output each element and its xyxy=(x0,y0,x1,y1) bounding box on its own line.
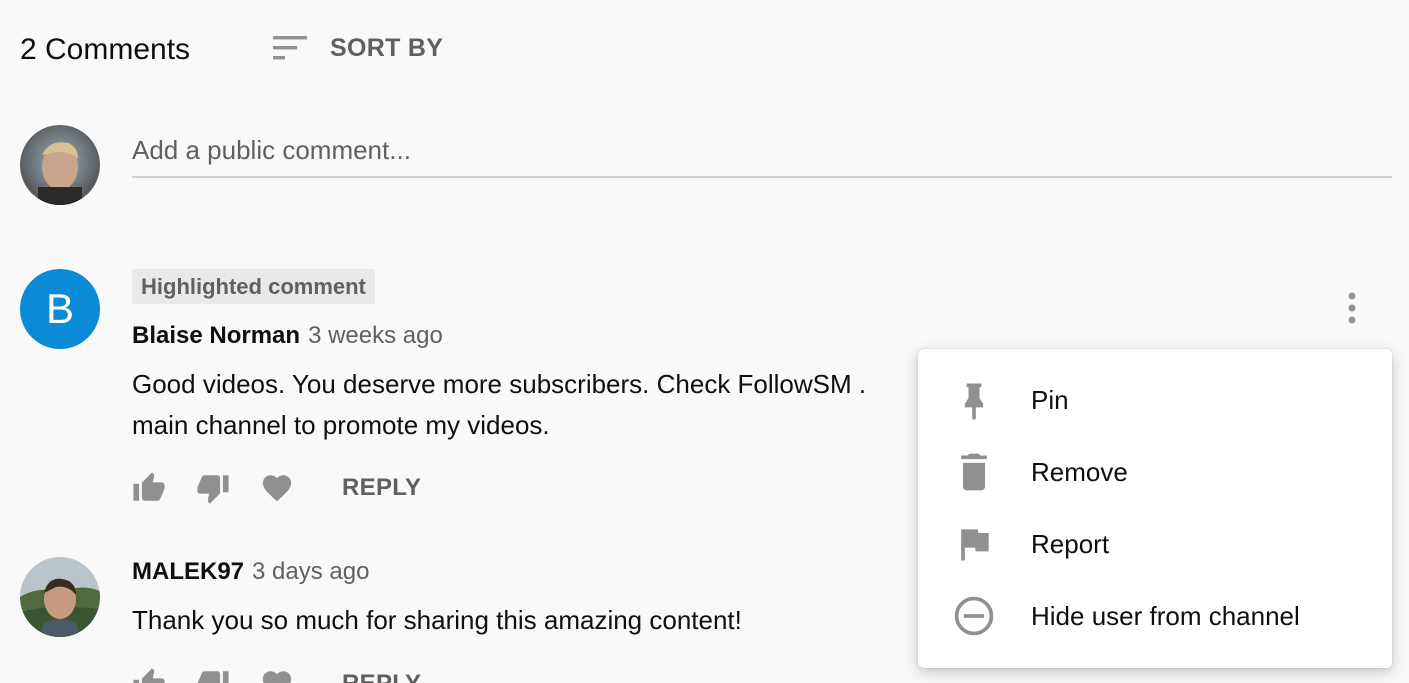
add-comment-input[interactable] xyxy=(132,124,1392,178)
comment-timestamp[interactable]: 3 days ago xyxy=(252,558,369,586)
menu-item-label: Report xyxy=(1031,528,1110,559)
comment-options-menu: Pin Remove Report Hide user from channel xyxy=(918,349,1392,668)
comments-section: 2 Comments SORT BY B Highlighted comment xyxy=(0,0,1409,683)
like-icon[interactable] xyxy=(132,471,166,505)
comment-author-avatar[interactable] xyxy=(20,557,100,637)
comment-actions: REPLY xyxy=(132,667,421,683)
current-user-avatar[interactable] xyxy=(20,125,100,205)
sort-icon xyxy=(273,36,307,60)
avatar-photo xyxy=(20,557,100,637)
pin-icon xyxy=(964,383,984,421)
flag-icon xyxy=(961,529,989,561)
menu-item-remove[interactable]: Remove xyxy=(918,436,1392,508)
heart-icon[interactable] xyxy=(260,667,294,683)
comment-author-name[interactable]: MALEK97 xyxy=(132,558,244,586)
comment-meta: MALEK97 3 days ago xyxy=(132,558,369,586)
comment-text-line: Good videos. You deserve more subscriber… xyxy=(132,369,867,399)
menu-item-pin[interactable]: Pin xyxy=(918,364,1392,436)
menu-item-report[interactable]: Report xyxy=(918,508,1392,580)
reply-button[interactable]: REPLY xyxy=(342,474,421,502)
more-options-icon[interactable] xyxy=(1336,289,1368,329)
block-icon xyxy=(954,596,994,636)
comment-text-line: main channel to promote my videos. xyxy=(132,410,550,440)
menu-item-label: Pin xyxy=(1031,384,1069,415)
sort-by-button[interactable]: SORT BY xyxy=(270,28,443,68)
comment-author-avatar[interactable]: B xyxy=(20,269,100,349)
like-icon[interactable] xyxy=(132,667,166,683)
comments-count: 2 Comments xyxy=(20,33,191,66)
menu-item-label: Remove xyxy=(1031,456,1128,487)
dislike-icon[interactable] xyxy=(196,667,230,683)
menu-item-label: Hide user from channel xyxy=(1031,600,1300,631)
sort-by-label: SORT BY xyxy=(330,33,444,62)
comment-timestamp[interactable]: 3 weeks ago xyxy=(308,322,443,350)
heart-icon[interactable] xyxy=(260,471,294,505)
dislike-icon[interactable] xyxy=(196,471,230,505)
trash-icon xyxy=(961,453,987,491)
menu-item-hide-user[interactable]: Hide user from channel xyxy=(918,580,1392,652)
comment-meta: Blaise Norman 3 weeks ago xyxy=(132,322,443,350)
comment-author-name[interactable]: Blaise Norman xyxy=(132,322,300,350)
reply-button[interactable]: REPLY xyxy=(342,670,421,683)
avatar-photo xyxy=(20,125,100,205)
comment-actions: REPLY xyxy=(132,471,421,505)
highlighted-comment-badge: Highlighted comment xyxy=(132,269,375,304)
comment-text-line: Thank you so much for sharing this amazi… xyxy=(132,605,742,635)
